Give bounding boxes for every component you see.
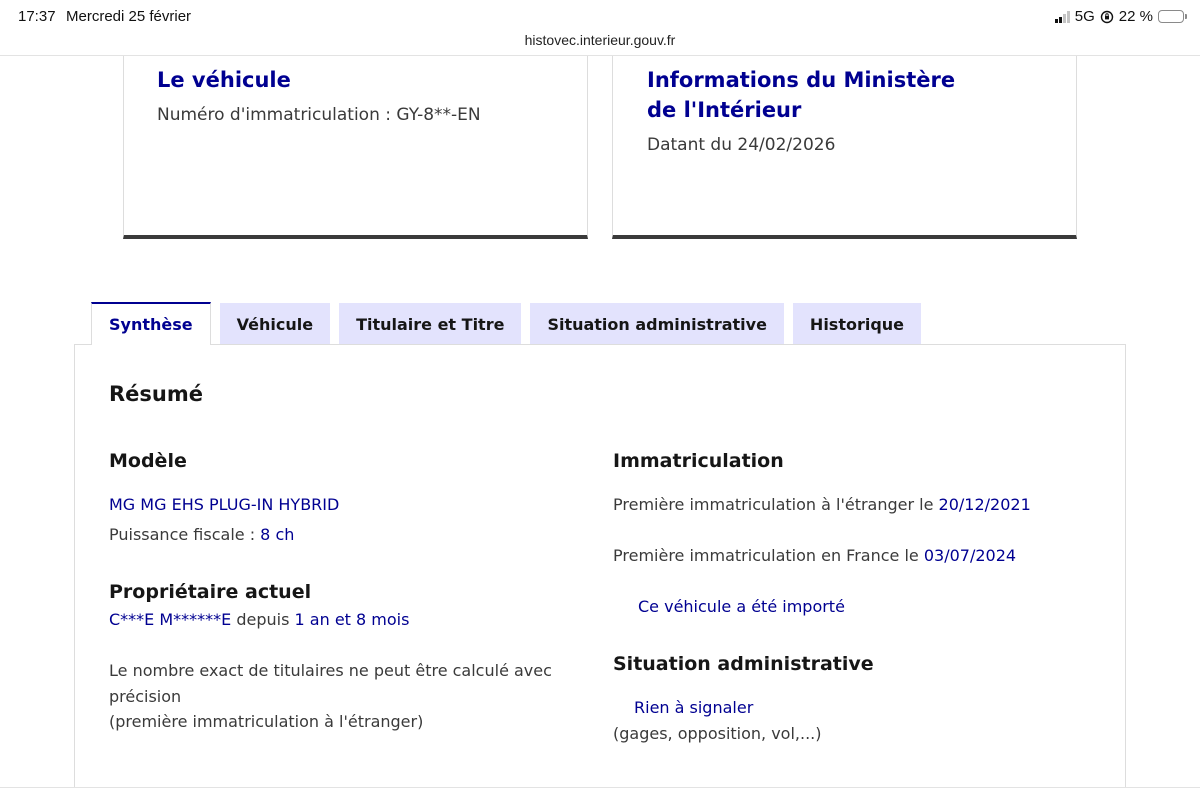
imported-note: Ce véhicule a été importé [638,597,845,616]
status-date: Mercredi 25 février [66,8,192,25]
ministry-card: Informations du Ministère de l'Intérieur… [612,56,1077,239]
foreign-registration-label: Première immatriculation à l'étranger le [613,495,939,514]
admin-details: (gages, opposition, vol,...) [613,724,822,743]
synthese-panel: Résumé Modèle MG MG EHS PLUG-IN HYBRID P… [74,344,1126,788]
fiscal-power: Puissance fiscale : 8 ch [109,525,294,544]
tab-situation-administrative[interactable]: Situation administrative [530,303,784,345]
owner-heading: Propriétaire actuel [109,581,312,603]
vehicle-card: Le véhicule Numéro d'immatriculation : G… [123,56,588,239]
status-time: 17:37 [18,8,56,25]
tab-historique[interactable]: Historique [792,303,922,345]
france-registration-date: 03/07/2024 [923,546,1017,565]
status-bar: 17:37 Mercredi 25 février histovec.inter… [0,0,1200,56]
admin-heading: Situation administrative [613,653,874,675]
orientation-lock-icon [1100,10,1113,23]
tab-titulaire-et-titre[interactable]: Titulaire et Titre [339,303,522,345]
vehicle-card-title: Le véhicule [157,68,291,92]
battery-icon [1158,10,1187,23]
owner-duration: 1 an et 8 mois [294,610,410,629]
owner-count-note-text: Le nombre exact de titulaires ne peut êt… [109,661,552,706]
tab-synthese[interactable]: Synthèse [91,302,211,345]
admin-status: Rien à signaler [634,698,754,717]
model-heading: Modèle [109,450,187,472]
owner-count-note-reason: (première immatriculation à l'étranger) [109,712,424,731]
owner-line: C***E M******E depuis 1 an et 8 mois [109,610,409,629]
data-date: Datant du 24/02/2026 [647,135,836,155]
tab-bar: Synthèse Véhicule Titulaire et Titre Sit… [91,302,930,345]
owner-count-note: Le nombre exact de titulaires ne peut êt… [109,658,579,735]
fiscal-power-label: Puissance fiscale : [109,525,261,544]
model-name: MG MG EHS PLUG-IN HYBRID [109,495,340,514]
address-bar-url[interactable]: histovec.interieur.gouv.fr [0,32,1200,48]
owner-name: C***E M******E [109,610,232,629]
signal-icon [1054,10,1070,23]
fiscal-power-value: 8 ch [260,525,295,544]
registration-heading: Immatriculation [613,450,784,472]
france-registration: Première immatriculation en France le 03… [613,546,1016,565]
battery-percentage: 22 % [1118,8,1153,25]
france-registration-label: Première immatriculation en France le [613,546,924,565]
network-label: 5G [1074,8,1095,25]
owner-since-label: depuis [231,610,295,629]
summary-heading: Résumé [109,382,203,406]
tab-vehicule[interactable]: Véhicule [219,303,331,345]
status-indicators: 5G 22 % [1054,8,1187,25]
registration-number: Numéro d'immatriculation : GY-8**-EN [157,105,481,125]
foreign-registration-date: 20/12/2021 [938,495,1031,514]
ministry-card-title: Informations du Ministère de l'Intérieur [647,68,956,122]
foreign-registration: Première immatriculation à l'étranger le… [613,495,1031,514]
